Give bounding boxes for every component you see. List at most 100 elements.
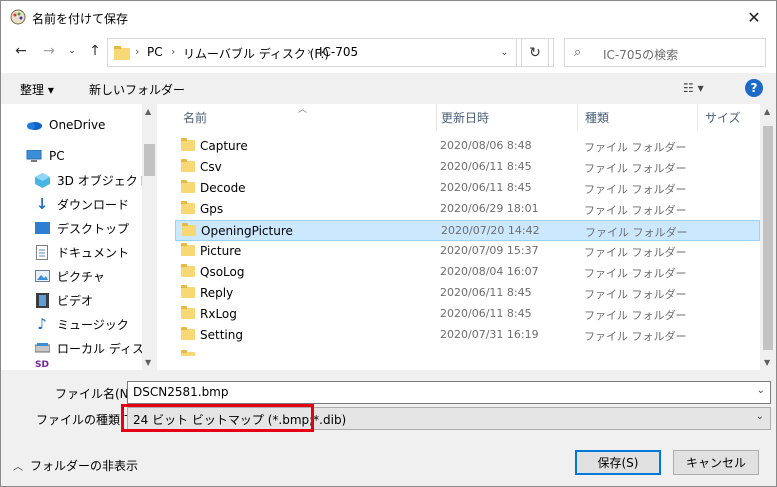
nav-item-pc[interactable]: PC xyxy=(25,145,157,167)
nav-item-label: PC xyxy=(49,149,65,163)
pc-icon xyxy=(25,148,43,164)
folder-icon xyxy=(181,243,195,256)
file-row[interactable]: Picture 2020/07/09 15:37 ファイル フォルダー xyxy=(175,241,760,262)
chevron-up-icon: ︿ xyxy=(13,462,23,473)
column-header-size[interactable]: サイズ xyxy=(697,104,760,130)
organize-button[interactable]: 整理 ▾ xyxy=(20,81,54,98)
nav-item-documents[interactable]: ドキュメント xyxy=(33,241,157,263)
file-type: ファイル フォルダー xyxy=(584,267,687,280)
nav-scrollbar[interactable]: ▲ ▼ xyxy=(142,104,157,370)
download-icon: ↓ xyxy=(35,195,49,213)
new-folder-button[interactable]: 新しいフォルダー xyxy=(89,81,185,98)
file-row[interactable]: QsoLog 2020/08/04 16:07 ファイル フォルダー xyxy=(175,262,760,283)
close-button[interactable]: ✕ xyxy=(732,1,776,33)
column-size-label: サイズ xyxy=(705,110,741,125)
nav-item-downloads[interactable]: ↓ ダウンロード xyxy=(33,193,157,215)
file-type: ファイル フォルダー xyxy=(584,246,687,259)
file-list-scrollbar[interactable]: ▲ ▼ xyxy=(760,104,776,370)
file-row[interactable]: Gps 2020/06/29 18:01 ファイル フォルダー xyxy=(175,199,760,220)
search-placeholder: IC-705の検索 xyxy=(603,48,679,62)
folder-icon xyxy=(181,138,195,151)
file-row[interactable]: Capture 2020/08/06 8:48 ファイル フォルダー xyxy=(175,136,760,157)
command-bar: 整理 ▾ 新しいフォルダー ☷ ▾ ? xyxy=(1,73,776,104)
nav-item-music[interactable]: ♪ ミュージック xyxy=(33,313,157,335)
hide-folders-label: フォルダーの非表示 xyxy=(30,459,139,473)
filename-label: ファイル名(N): xyxy=(55,387,138,401)
forward-arrow-icon[interactable]: → xyxy=(39,41,59,61)
recent-locations-chevron-icon[interactable]: ⌄ xyxy=(62,41,82,61)
nav-item-label: デスクトップ xyxy=(57,221,130,236)
nav-scrollbar-thumb[interactable] xyxy=(144,144,155,176)
pane-divider[interactable] xyxy=(157,104,165,370)
file-row[interactable]: Setting 2020/07/31 16:19 ファイル フォルダー xyxy=(175,325,760,346)
folder-icon xyxy=(181,159,195,172)
scroll-up-chevron-icon[interactable]: ▲ xyxy=(145,107,151,116)
scroll-up-chevron-icon[interactable]: ▲ xyxy=(764,107,770,116)
column-name-label: 名前 xyxy=(183,110,208,125)
nav-item-label: ダウンロード xyxy=(57,197,130,212)
file-date: 2020/07/20 14:42 xyxy=(441,224,540,237)
3d-objects-icon xyxy=(33,172,51,188)
file-name: Decode xyxy=(200,181,246,195)
file-type: ファイル フォルダー xyxy=(584,309,687,322)
breadcrumb-pc[interactable]: PC xyxy=(147,45,163,59)
save-as-dialog: 名前を付けて保存 ✕ ← → ⌄ ↑ › PC › リムーバブル ディスク (F… xyxy=(0,0,777,487)
window-title: 名前を付けて保存 xyxy=(32,12,129,26)
up-arrow-icon[interactable]: ↑ xyxy=(85,41,105,61)
file-type: ファイル フォルダー xyxy=(584,204,687,217)
search-box[interactable]: ⌕ IC-705の検索 xyxy=(564,38,766,67)
column-date-label: 更新日時 xyxy=(441,110,490,125)
address-bar[interactable]: › PC › リムーバブル ディスク (F:) › IC-705 xyxy=(107,38,554,67)
hide-folders-toggle[interactable]: ︿ フォルダーの非表示 xyxy=(13,457,138,474)
file-date: 2020/08/04 16:07 xyxy=(440,265,539,278)
navigation-bar: ← → ⌄ ↑ › PC › リムーバブル ディスク (F:) › IC-705… xyxy=(1,33,776,73)
nav-item-label: ミュージック xyxy=(57,317,129,332)
nav-item-onedrive[interactable]: OneDrive xyxy=(25,114,157,136)
help-icon[interactable]: ? xyxy=(745,79,763,97)
nav-item-label: 3D オブジェクト xyxy=(57,173,150,188)
column-header-type[interactable]: 種類 xyxy=(577,104,697,130)
file-name: Picture xyxy=(200,244,242,258)
chevron-down-icon[interactable]: ⌄ xyxy=(756,411,764,422)
nav-item-label: ビデオ xyxy=(57,293,94,308)
breadcrumb-separator-icon: › xyxy=(135,45,140,58)
scroll-down-chevron-icon[interactable]: ▼ xyxy=(145,358,151,367)
file-name: QsoLog xyxy=(200,265,245,279)
file-row-partial[interactable] xyxy=(175,348,760,356)
file-row[interactable]: Reply 2020/06/11 8:45 ファイル フォルダー xyxy=(175,283,760,304)
file-list-scrollbar-thumb[interactable] xyxy=(763,126,773,350)
folder-icon xyxy=(181,285,195,298)
save-button[interactable]: 保存(S) xyxy=(575,450,661,475)
address-dropdown-chevron-icon[interactable]: ⌄ xyxy=(493,38,517,67)
nav-item-3d-objects[interactable]: 3D オブジェクト xyxy=(33,169,157,191)
nav-item-desktop[interactable]: デスクトップ xyxy=(33,217,157,239)
column-header-date[interactable]: 更新日時 xyxy=(433,104,577,130)
file-date: 2020/07/09 15:37 xyxy=(440,244,539,257)
highlight-annotation-box xyxy=(121,404,314,432)
view-options-icon[interactable]: ☷ ▾ xyxy=(683,81,704,95)
chevron-down-icon[interactable]: ⌄ xyxy=(757,385,765,396)
file-type: ファイル フォルダー xyxy=(584,330,687,343)
file-date: 2020/06/11 8:45 xyxy=(440,160,532,173)
scroll-down-chevron-icon[interactable]: ▼ xyxy=(764,358,770,367)
folder-icon xyxy=(182,223,196,236)
back-arrow-icon[interactable]: ← xyxy=(11,41,31,61)
nav-item-pictures[interactable]: ピクチャ xyxy=(33,265,157,287)
file-row[interactable]: Decode 2020/06/11 8:45 ファイル フォルダー xyxy=(175,178,760,199)
folder-icon xyxy=(181,327,195,340)
breadcrumb-ic705[interactable]: IC-705 xyxy=(319,45,358,59)
filename-input[interactable]: DSCN2581.bmp ⌄ xyxy=(127,381,771,404)
file-row[interactable]: RxLog 2020/06/11 8:45 ファイル フォルダー xyxy=(175,304,760,325)
file-row[interactable]: Csv 2020/06/11 8:45 ファイル フォルダー xyxy=(175,157,760,178)
nav-item-videos[interactable]: ビデオ xyxy=(33,289,157,311)
breadcrumb-separator-icon: › xyxy=(171,45,176,58)
nav-item-local-disk[interactable]: ローカル ディスク (C xyxy=(33,337,157,359)
file-row-selected[interactable]: OpeningPicture 2020/07/20 14:42 ファイル フォル… xyxy=(175,220,760,241)
folder-icon xyxy=(181,350,195,356)
cancel-button[interactable]: キャンセル xyxy=(673,450,759,475)
file-name: Capture xyxy=(200,139,248,153)
column-type-label: 種類 xyxy=(585,110,610,125)
file-list: 名前 ︿ 更新日時 種類 サイズ Capture 2020/08/06 8:48… xyxy=(165,104,760,370)
refresh-icon[interactable]: ↻ xyxy=(521,38,549,67)
picture-icon xyxy=(33,268,51,284)
